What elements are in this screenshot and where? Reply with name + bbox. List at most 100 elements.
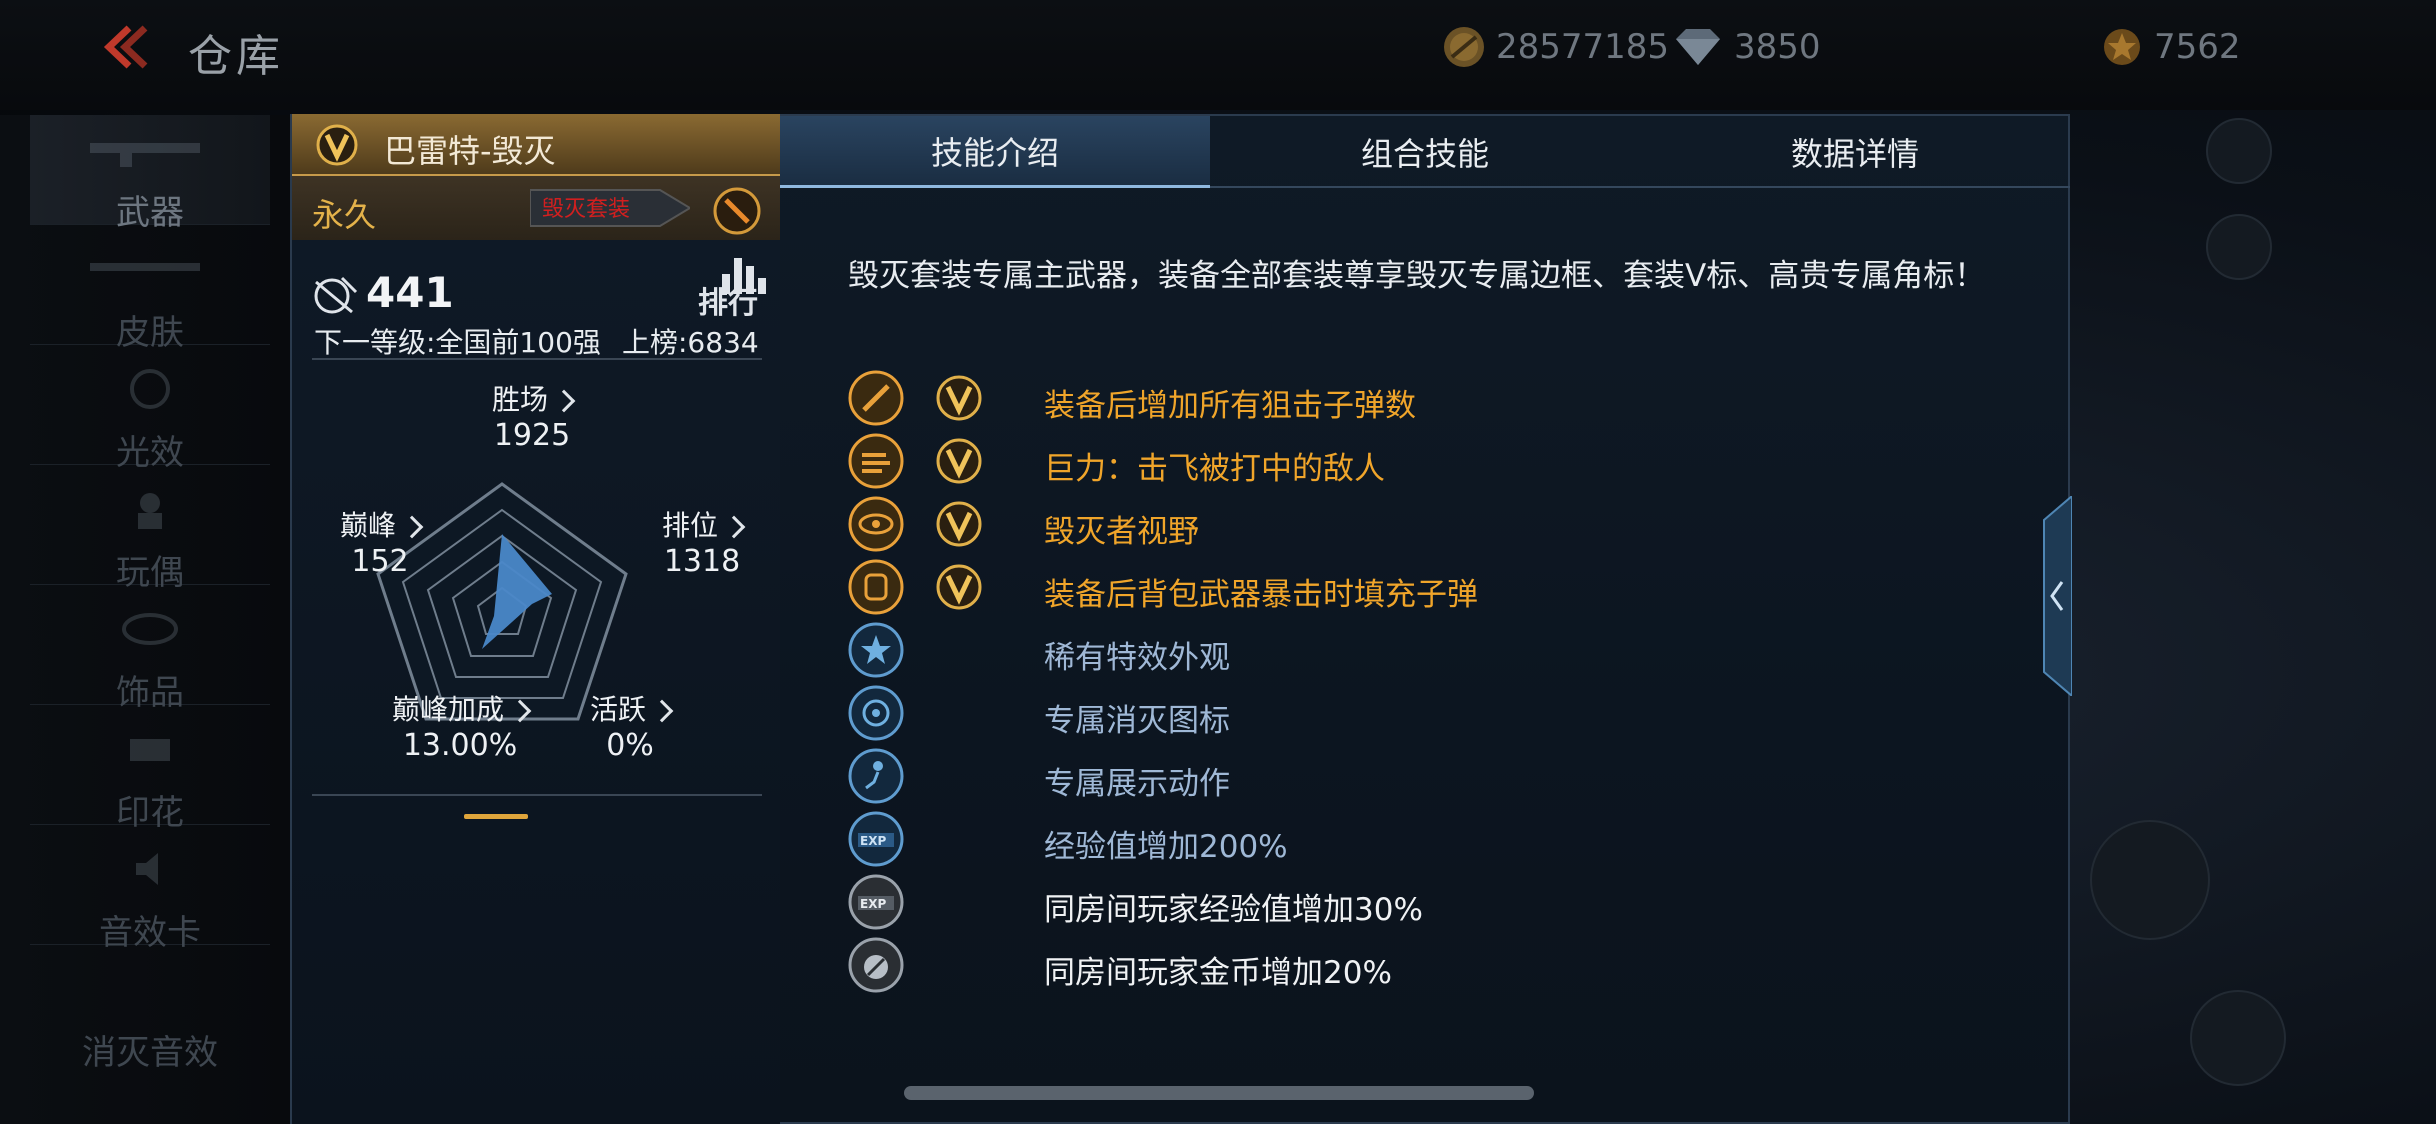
divider: [312, 358, 762, 360]
divider: [312, 794, 762, 796]
stat-ranked-value: 1318: [663, 544, 741, 579]
stat-active-value: 0%: [606, 728, 654, 763]
eye-icon: [848, 496, 904, 552]
exp-icon: EXP: [848, 811, 904, 867]
sidebar-item-spray[interactable]: 印花: [30, 715, 270, 833]
room-exp-icon: EXP: [848, 874, 904, 930]
tab-data-details[interactable]: 数据详情: [1640, 116, 2070, 188]
skill-text: 巨力：击飞被打中的敌人: [1044, 451, 1385, 487]
sidebar-item-label: 皮肤: [116, 313, 184, 353]
tab-skill-intro[interactable]: 技能介绍: [780, 116, 1210, 188]
stat-peak-value: 152: [351, 544, 409, 579]
svg-text:EXP: EXP: [860, 834, 886, 848]
weapon-header: 巴雷特-毁灭 永久 毁灭套装: [292, 114, 782, 240]
chevron-right-icon: [650, 699, 674, 723]
collapse-panel-button[interactable]: [2040, 496, 2072, 696]
chevron-right-icon: [552, 389, 576, 413]
stat-peak-bonus[interactable]: 巅峰加成 13.00%: [392, 692, 532, 764]
kill-emblem-icon: [848, 685, 904, 741]
sidebar-item-label: 光效: [116, 433, 184, 473]
weapon-info-panel: 巴雷特-毁灭 永久 毁灭套装 441 排行 下一等级:全国前100强 上榜:68…: [290, 114, 782, 1124]
chevron-right-icon: [400, 515, 424, 539]
voucher-value: 7562: [2154, 27, 2241, 67]
stat-ranked[interactable]: 排位 1318: [662, 508, 746, 580]
suit-v-badge-icon: [936, 564, 982, 610]
weapon-description: 毁灭套装专属主武器，装备全部套装尊享毁灭专属边框、套装V标、高贵专属角标！: [848, 258, 1986, 294]
sidebar-item-light-effect[interactable]: 光效: [30, 355, 270, 473]
weapon-name: 巴雷特-毁灭: [384, 132, 556, 170]
page-indicator: [464, 814, 528, 819]
stat-peak-bonus-label: 巅峰加成: [392, 693, 505, 726]
sidebar-item-label: 音效卡: [99, 913, 201, 953]
sidebar-item-label: 饰品: [116, 673, 184, 713]
suit-v-badge-icon: [936, 375, 982, 421]
tab-combo-skill[interactable]: 组合技能: [1210, 116, 1640, 188]
stat-wins-label: 胜场: [492, 383, 549, 416]
skill-text: 专属展示动作: [1044, 766, 1230, 802]
sidebar-item-skin[interactable]: 皮肤: [30, 235, 270, 353]
stat-peak-bonus-value: 13.00%: [402, 728, 518, 763]
svg-text:毁灭套装: 毁灭套装: [542, 197, 630, 222]
showcase-pose-icon: [848, 748, 904, 804]
stat-wins[interactable]: 胜场 1925: [492, 382, 576, 454]
sidebar-item-label: 消灭音效: [82, 1033, 218, 1073]
star-icon: [848, 622, 904, 678]
leaderboard-text: 上榜:6834: [622, 326, 759, 359]
chevron-right-icon: [722, 515, 746, 539]
app: { "header": { "title": "仓库", "back_icon"…: [0, 0, 2436, 1124]
first-person-toggle[interactable]: [2206, 214, 2272, 280]
sidebar: 武器 皮肤 光效 玩偶 饰品 印花 音效卡 消灭音效: [0, 115, 290, 1124]
sidebar-item-sound-card[interactable]: 音效卡: [30, 835, 270, 953]
sidebar-item-label: 印花: [116, 793, 184, 833]
knife-icon[interactable]: [2090, 820, 2210, 940]
skill-text: 经验值增加200%: [1044, 829, 1288, 865]
sidebar-item-label: 武器: [116, 193, 184, 233]
weapon-swap-icon[interactable]: [2190, 990, 2286, 1086]
kill-count: 441: [366, 268, 454, 317]
rifle-icon: [90, 143, 200, 167]
sidebar-item-ornament[interactable]: 饰品: [30, 595, 270, 713]
sidebar-item-weapon[interactable]: 武器: [30, 115, 270, 233]
scroll-indicator[interactable]: [904, 1086, 1534, 1100]
light-effect-icon: [130, 369, 170, 409]
suit-tag-emblem: 毁灭套装: [530, 189, 690, 227]
back-button[interactable]: [95, 22, 155, 72]
duration-label: 永久: [312, 196, 377, 234]
sidebar-item-kill-sound[interactable]: 消灭音效: [30, 955, 270, 1073]
suit-v-badge-icon: [936, 438, 982, 484]
stat-peak[interactable]: 巅峰 152: [340, 508, 424, 580]
rifle-skin-icon: [90, 263, 200, 271]
stat-peak-label: 巅峰: [340, 509, 397, 542]
coin-icon: [1444, 27, 1484, 67]
sniper-scope-icon[interactable]: [712, 186, 762, 236]
sidebar-item-label: 玩偶: [116, 553, 184, 593]
diamond-balance[interactable]: 3850: [1672, 22, 1821, 72]
knockback-icon: [848, 433, 904, 489]
ornament-icon: [122, 613, 178, 645]
skill-text: 同房间玩家金币增加20%: [1044, 955, 1392, 991]
sidebar-item-doll[interactable]: 玩偶: [30, 475, 270, 593]
rank-label: 排行: [698, 286, 758, 321]
stat-wins-value: 1925: [493, 418, 571, 453]
doll-icon: [138, 493, 162, 529]
sound-card-icon: [136, 853, 158, 885]
kill-count-icon: [314, 276, 358, 314]
stat-active[interactable]: 活跃 0%: [590, 692, 674, 764]
suit-v-badge-icon: [936, 501, 982, 547]
back-chevron-icon: [103, 25, 148, 69]
spray-icon: [130, 739, 170, 761]
diamond-value: 3850: [1734, 27, 1821, 67]
settings-dpad-icon[interactable]: [2206, 118, 2272, 184]
backpack-reload-icon: [848, 559, 904, 615]
sniper-ammo-icon: [848, 370, 904, 426]
diamond-icon: [1676, 29, 1720, 65]
coin-balance[interactable]: 28577185: [1442, 22, 1669, 72]
skill-text: 装备后增加所有狙击子弹数: [1044, 388, 1416, 424]
room-coin-icon: [848, 937, 904, 993]
top-bar: 仓库 28577185 3850 7562: [0, 0, 2436, 110]
voucher-balance[interactable]: 7562: [2100, 22, 2241, 72]
page-title: 仓库: [188, 31, 284, 82]
next-level-text: 下一等级:全国前100强: [314, 326, 601, 359]
skill-text: 装备后背包武器暴击时填充子弹: [1044, 577, 1478, 613]
coin-value: 28577185: [1496, 27, 1670, 67]
